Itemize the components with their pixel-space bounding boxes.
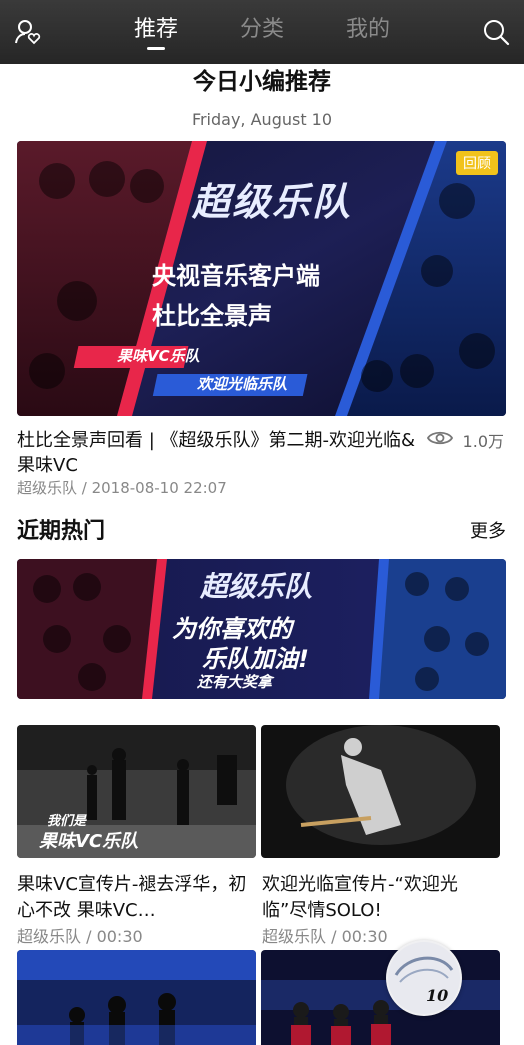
video-title[interactable]: 果味VC宣传片-褪去浮华，初心不改 果味VC… xyxy=(17,872,255,924)
banner-line3: 还有大奖拿 xyxy=(197,673,273,691)
featured-video-thumbnail[interactable]: 超级乐队 央视音乐客户端 杜比全景声 果味VC乐队 欢迎光临乐队 回顾 xyxy=(17,141,506,416)
view-count-value: 1.0万 xyxy=(462,432,504,451)
floating-player-button[interactable]: 10 xyxy=(386,940,462,1016)
featured-video-title[interactable]: 杜比全景声回看 | 《超级乐队》第二期-欢迎光临&果味VC xyxy=(17,428,417,478)
video-thumbnail-art xyxy=(261,950,500,1045)
banner-line2: 乐队加油! xyxy=(202,645,309,673)
poster-tag2: 欢迎光临乐队 xyxy=(197,375,288,393)
tab-mine[interactable]: 我的 xyxy=(344,12,392,52)
poster-tag1: 果味VC乐队 xyxy=(117,347,200,365)
thumb-caption2: 果味VC乐队 xyxy=(39,831,139,852)
video-thumbnail-art xyxy=(261,725,500,858)
video-title[interactable]: 欢迎光临宣传片-“欢迎光临”尽情SOLO! xyxy=(262,872,500,924)
video-thumbnail[interactable] xyxy=(17,950,256,1045)
top-nav-bar: 推荐 分类 我的 xyxy=(0,0,524,64)
daily-pick-title: 今日小编推荐 xyxy=(193,69,331,95)
search-icon[interactable] xyxy=(482,18,510,46)
tab-recommend[interactable]: 推荐 xyxy=(132,12,180,52)
tab-category[interactable]: 分类 xyxy=(238,12,286,52)
view-count: 1.0万 xyxy=(426,428,504,452)
hot-banner[interactable]: 超级乐队 为你喜欢的 乐队加油! 还有大奖拿 xyxy=(17,559,506,699)
floating-disc-art xyxy=(388,942,460,1014)
poster-logo-text: 超级乐队 xyxy=(192,180,353,224)
user-heart-icon[interactable] xyxy=(14,18,42,46)
eye-icon xyxy=(426,430,453,450)
poster-line1: 央视音乐客户端 xyxy=(152,262,320,290)
video-thumbnail[interactable] xyxy=(261,950,500,1045)
hot-section-title: 近期热门 xyxy=(17,519,106,544)
more-link[interactable]: 更多 xyxy=(470,517,506,543)
video-thumbnail-art xyxy=(17,950,256,1045)
replay-badge: 回顾 xyxy=(456,151,498,175)
video-meta: 超级乐队 / 00:30 xyxy=(17,927,143,946)
video-meta: 超级乐队 / 00:30 xyxy=(262,927,388,946)
floating-badge-number: 10 xyxy=(426,986,449,1005)
main-tabs: 推荐 分类 我的 xyxy=(132,12,392,52)
banner-logo-text: 超级乐队 xyxy=(200,570,313,603)
video-thumbnail[interactable] xyxy=(261,725,500,858)
poster-line2: 杜比全景声 xyxy=(152,302,272,330)
daily-pick-date: Friday, August 10 xyxy=(191,110,333,129)
video-thumbnail[interactable]: 我们是 果味VC乐队 xyxy=(17,725,256,858)
featured-video-meta: 超级乐队 / 2018-08-10 22:07 xyxy=(17,479,227,497)
